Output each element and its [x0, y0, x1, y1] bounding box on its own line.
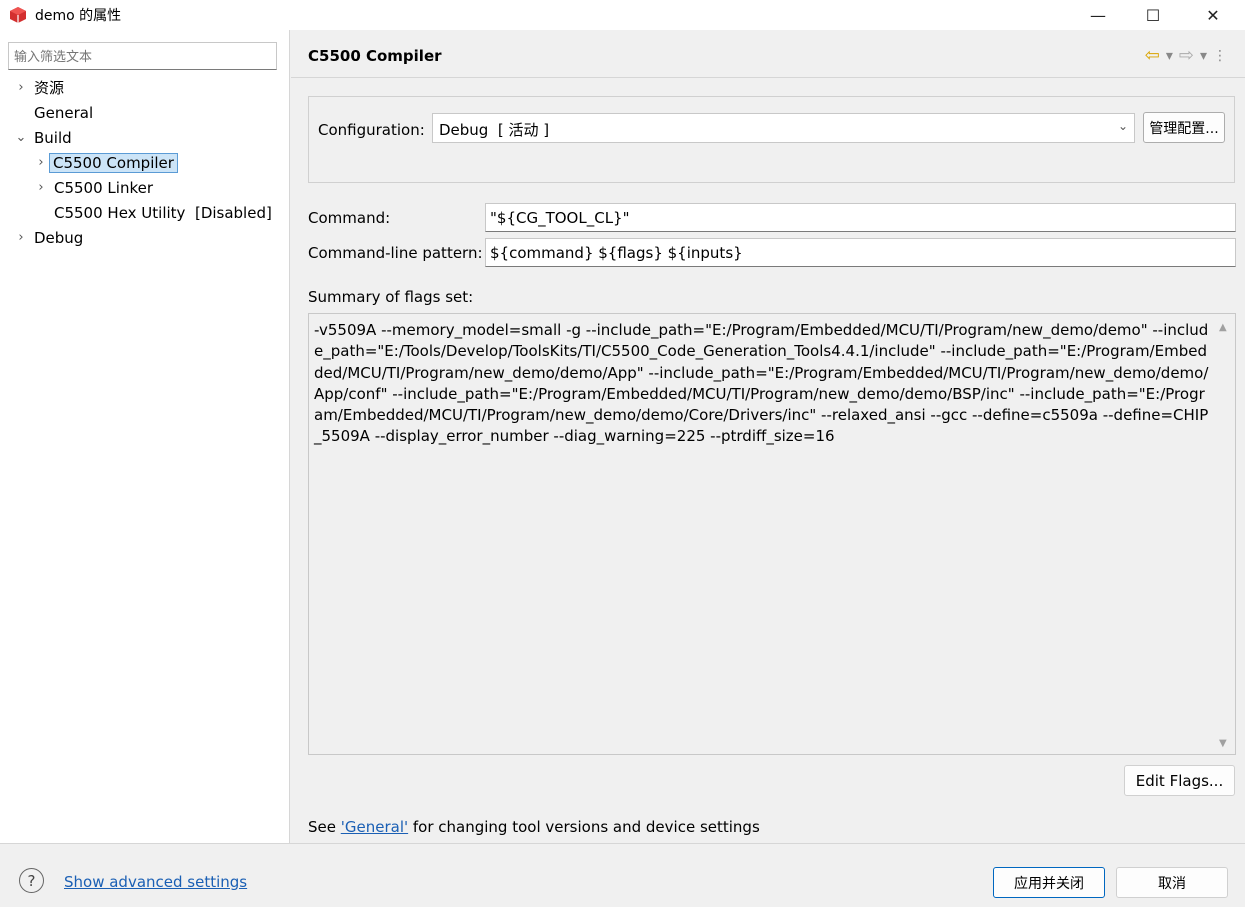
sidebar: › 资源 General ⌄ Build › C5500 Compiler › … — [0, 30, 290, 843]
dialog-footer: ? Show advanced settings 应用并关闭 取消 — [0, 843, 1245, 907]
window-title: demo 的属性 — [35, 8, 122, 24]
close-button[interactable]: ✕ — [1190, 0, 1236, 30]
summary-label: Summary of flags set: — [308, 288, 474, 306]
app-icon — [10, 7, 26, 23]
show-advanced-settings-link[interactable]: Show advanced settings — [64, 873, 247, 891]
main-panel: C5500 Compiler ⇦ ▾ ⇨ ▾ ⋮ Configuration: … — [291, 30, 1245, 843]
help-icon[interactable]: ? — [19, 868, 44, 893]
flags-summary-text: -v5509A --memory_model=small -g --includ… — [314, 321, 1209, 446]
tree-item-label: C5500 Hex Utility [Disabled] — [54, 204, 272, 222]
tree-item-c5500-linker[interactable]: › C5500 Linker — [34, 177, 153, 199]
tree-item-c5500-hex-utility[interactable]: C5500 Hex Utility [Disabled] — [54, 202, 272, 224]
chevron-right-icon[interactable]: › — [14, 227, 28, 249]
tree-item-general[interactable]: General — [34, 102, 93, 124]
cancel-button[interactable]: 取消 — [1116, 867, 1228, 898]
page-header: C5500 Compiler ⇦ ▾ ⇨ ▾ ⋮ — [291, 30, 1245, 78]
tree-item-resources[interactable]: › 资源 — [14, 77, 64, 99]
edit-flags-button[interactable]: Edit Flags... — [1124, 765, 1235, 796]
chevron-right-icon[interactable]: › — [34, 152, 48, 174]
tree-item-label: General — [34, 104, 94, 122]
hint-prefix: See — [308, 818, 341, 836]
summary-box[interactable]: -v5509A --memory_model=small -g --includ… — [308, 313, 1236, 755]
general-hint: See 'General' for changing tool versions… — [308, 818, 760, 836]
chevron-down-icon[interactable]: ⌄ — [14, 127, 28, 149]
scroll-up-icon[interactable]: ▲ — [1219, 322, 1227, 333]
tree-item-label: C5500 Compiler — [49, 153, 178, 173]
configuration-label: Configuration: — [318, 121, 425, 139]
back-arrow-icon[interactable]: ⇦ — [1145, 45, 1160, 66]
forward-dropdown-icon[interactable]: ▾ — [1200, 48, 1207, 64]
chevron-right-icon[interactable]: › — [34, 177, 48, 199]
chevron-down-icon: ⌄ — [1117, 119, 1128, 133]
pattern-label: Command-line pattern: — [308, 244, 483, 262]
pattern-field[interactable]: ${command} ${flags} ${inputs} — [485, 238, 1236, 267]
configuration-select[interactable]: Debug [ 活动 ] ⌄ — [432, 113, 1135, 143]
title-bar: demo 的属性 — ☐ ✕ — [0, 0, 1245, 30]
tree-item-debug[interactable]: › Debug — [14, 227, 83, 249]
tree-item-build[interactable]: ⌄ Build — [14, 127, 72, 149]
nav-toolbar: ⇦ ▾ ⇨ ▾ ⋮ — [1145, 45, 1227, 66]
configuration-group: Configuration: Debug [ 活动 ] ⌄ 管理配置... — [308, 96, 1235, 183]
tree-item-label: Build — [34, 129, 72, 147]
page-title: C5500 Compiler — [308, 47, 442, 65]
back-dropdown-icon[interactable]: ▾ — [1166, 48, 1173, 64]
tree-item-label: Debug — [34, 229, 84, 247]
tree-item-label: 资源 — [34, 79, 65, 97]
tree-item-label: C5500 Linker — [54, 179, 153, 197]
general-link[interactable]: 'General' — [341, 818, 408, 836]
filter-input[interactable] — [8, 42, 277, 70]
command-field[interactable]: "${CG_TOOL_CL}" — [485, 203, 1236, 232]
forward-arrow-icon[interactable]: ⇨ — [1179, 45, 1194, 66]
hint-suffix: for changing tool versions and device se… — [408, 818, 760, 836]
tree-item-c5500-compiler[interactable]: › C5500 Compiler — [34, 152, 178, 174]
configuration-value: Debug [ 活动 ] — [439, 121, 550, 139]
manage-configurations-button[interactable]: 管理配置... — [1143, 112, 1225, 143]
maximize-button[interactable]: ☐ — [1130, 0, 1176, 30]
chevron-right-icon[interactable]: › — [14, 77, 28, 99]
minimize-button[interactable]: — — [1075, 0, 1121, 30]
scroll-down-icon[interactable]: ▼ — [1219, 738, 1227, 749]
summary-scrollbar[interactable]: ▲ ▼ — [1215, 314, 1235, 754]
apply-and-close-button[interactable]: 应用并关闭 — [993, 867, 1105, 898]
more-options-icon[interactable]: ⋮ — [1213, 48, 1227, 64]
command-label: Command: — [308, 209, 391, 227]
